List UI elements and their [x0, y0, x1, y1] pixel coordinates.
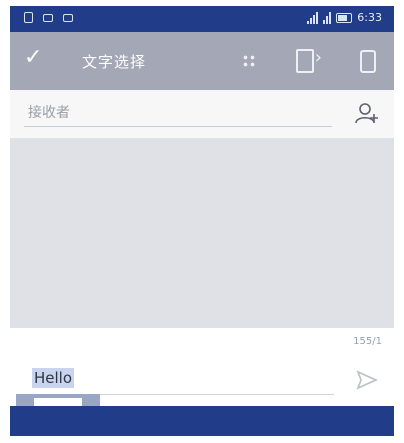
selected-message-text[interactable]: Hello	[32, 368, 75, 388]
selection-toolbar: ✓ 文字选择	[10, 32, 394, 90]
check-icon[interactable]: ✓	[24, 45, 42, 70]
status-indicators: 6:33	[307, 11, 382, 24]
battery-icon	[336, 12, 353, 23]
send-icon[interactable]	[356, 370, 378, 390]
signal-icon	[323, 11, 332, 24]
message-thread-area	[10, 138, 394, 328]
clock: 6:33	[357, 11, 382, 24]
recipient-bar	[10, 90, 394, 138]
forward-icon[interactable]	[296, 47, 322, 73]
notification-icon	[43, 14, 53, 22]
recipient-input[interactable]	[24, 100, 332, 127]
status-bar: 6:33	[10, 6, 394, 32]
navigation-bar	[10, 406, 394, 436]
notification-icon	[63, 14, 73, 22]
phone-screen: 6:33 ✓ 文字选择 155/1 Hello	[10, 0, 394, 443]
select-all-icon[interactable]	[242, 54, 256, 68]
notification-icons	[24, 12, 73, 23]
toolbar-title: 文字选择	[82, 53, 147, 71]
message-input[interactable]	[30, 366, 334, 395]
signal-icon	[307, 11, 319, 24]
delete-icon[interactable]	[360, 50, 376, 73]
add-contact-icon[interactable]	[354, 101, 380, 127]
character-counter: 155/1	[353, 336, 382, 347]
sim-icon	[24, 12, 33, 23]
